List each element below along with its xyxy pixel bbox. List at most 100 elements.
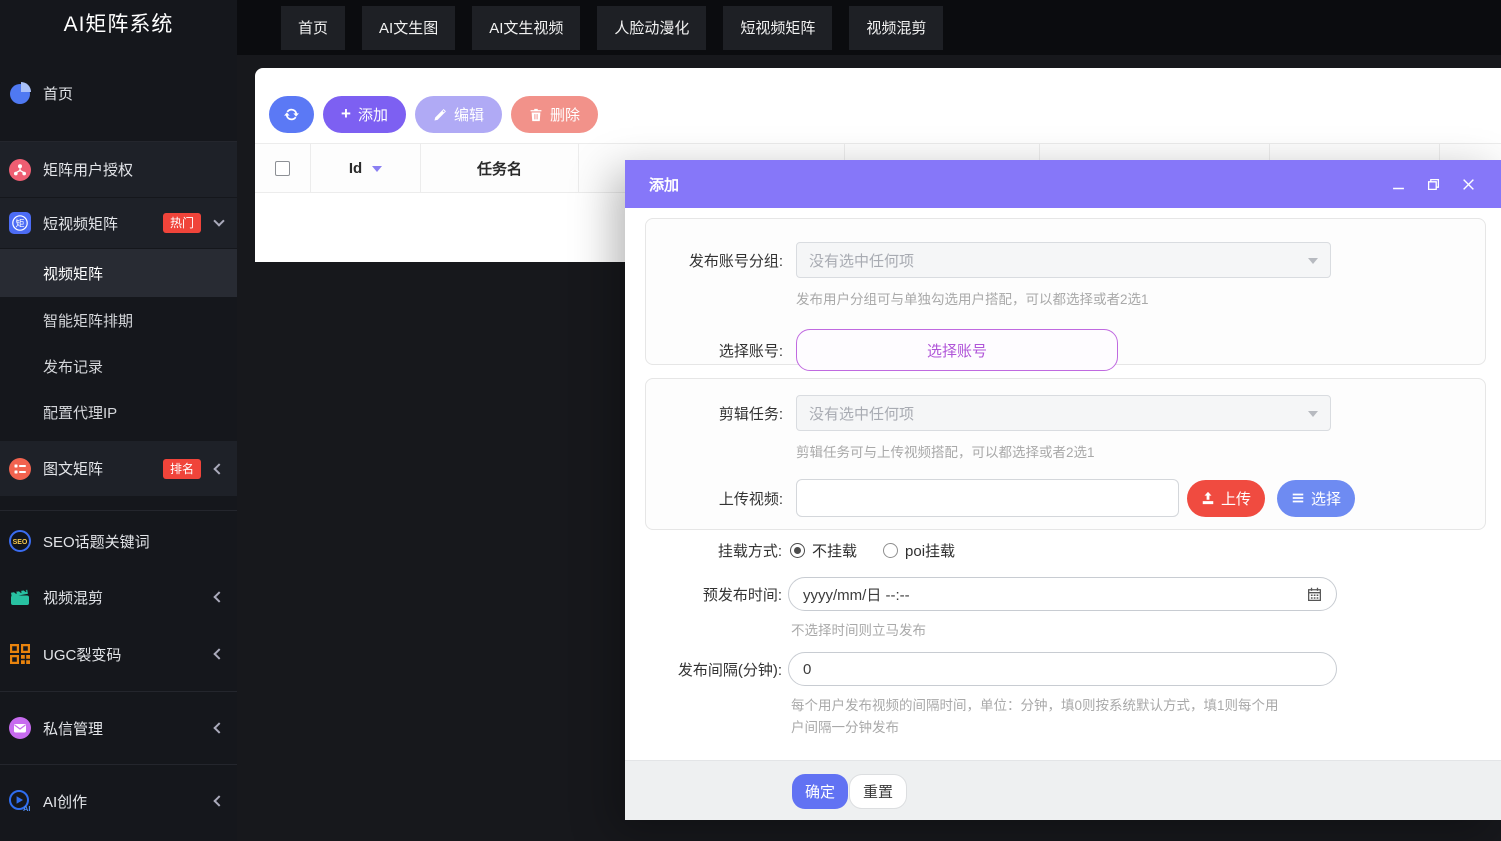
plus-icon: + bbox=[341, 104, 351, 124]
tab-face-anime[interactable]: 人脸动漫化 bbox=[597, 6, 706, 50]
svg-text:SEO: SEO bbox=[12, 539, 27, 546]
chevron-left-icon bbox=[213, 795, 224, 806]
sidebar-item-video-matrix[interactable]: 视频矩阵 bbox=[0, 249, 237, 297]
edit-button[interactable]: 编辑 bbox=[415, 96, 502, 133]
table-toolbar: + 添加 编辑 删除 bbox=[269, 96, 598, 133]
choose-from-list-button[interactable]: 选择 bbox=[1277, 480, 1355, 517]
svg-text:AI: AI bbox=[23, 804, 31, 813]
field-label-choose-account: 选择账号: bbox=[646, 340, 783, 361]
ai-play-icon: AI bbox=[7, 789, 32, 814]
confirm-button[interactable]: 确定 bbox=[792, 774, 848, 809]
sidebar-item-short-video-matrix[interactable]: 矩 短视频矩阵 热门 bbox=[0, 198, 237, 248]
sidebar-item-proxy-ip[interactable]: 配置代理IP bbox=[0, 389, 237, 435]
seo-icon: SEO bbox=[7, 529, 32, 554]
sidebar-item-label: 首页 bbox=[43, 83, 73, 104]
sidebar-item-label: 图文矩阵 bbox=[43, 458, 103, 479]
radio-no-mount[interactable] bbox=[790, 543, 805, 558]
sidebar-item-label: 视频矩阵 bbox=[43, 263, 103, 284]
qr-code-icon bbox=[7, 642, 32, 667]
pie-chart-icon bbox=[7, 81, 32, 106]
pencil-icon bbox=[433, 108, 447, 122]
sidebar-item-image-text-matrix[interactable]: 图文矩阵 排名 bbox=[0, 441, 237, 496]
sidebar-item-private-message[interactable]: 私信管理 bbox=[0, 702, 237, 754]
list-icon bbox=[1291, 491, 1305, 505]
calendar-icon[interactable] bbox=[1306, 586, 1323, 607]
dialog-header[interactable]: 添加 bbox=[625, 160, 1501, 208]
list-icon bbox=[7, 456, 32, 481]
sidebar-item-home[interactable]: 首页 bbox=[0, 68, 237, 118]
clapperboard-icon bbox=[7, 585, 32, 610]
select-all-cell bbox=[255, 144, 311, 192]
tab-ai-text-to-image[interactable]: AI文生图 bbox=[362, 6, 455, 50]
reset-button[interactable]: 重置 bbox=[849, 774, 907, 809]
publish-interval-row: 发布间隔(分钟): bbox=[645, 652, 1337, 686]
select-all-checkbox[interactable] bbox=[275, 161, 290, 176]
sidebar-item-label: SEO话题关键词 bbox=[43, 531, 150, 552]
add-button[interactable]: + 添加 bbox=[323, 96, 406, 133]
field-label-mount-mode: 挂载方式: bbox=[645, 540, 782, 561]
chevron-left-icon bbox=[213, 648, 224, 659]
user-auth-icon bbox=[7, 157, 32, 182]
publish-time-input[interactable]: yyyy/mm/日 --:-- bbox=[788, 577, 1337, 611]
sidebar-item-matrix-user-auth[interactable]: 矩阵用户授权 bbox=[0, 142, 237, 197]
upload-video-input[interactable] bbox=[796, 479, 1179, 517]
sort-descending-icon[interactable] bbox=[372, 166, 382, 172]
upload-button-label: 上传 bbox=[1221, 488, 1251, 509]
sidebar-item-video-mix[interactable]: 视频混剪 bbox=[0, 572, 237, 622]
tab-video-mix[interactable]: 视频混剪 bbox=[849, 6, 943, 50]
datetime-placeholder: yyyy/mm/日 --:-- bbox=[803, 584, 910, 605]
close-icon[interactable] bbox=[1455, 171, 1481, 197]
sidebar-item-label: 短视频矩阵 bbox=[43, 213, 118, 234]
sidebar-item-smart-schedule[interactable]: 智能矩阵排期 bbox=[0, 297, 237, 343]
edit-button-label: 编辑 bbox=[454, 104, 484, 125]
publish-time-help: 不选择时间则立马发布 bbox=[791, 620, 926, 642]
column-header-task-name[interactable]: 任务名 bbox=[421, 144, 579, 192]
envelope-icon bbox=[7, 716, 32, 741]
trash-icon bbox=[529, 108, 543, 122]
sidebar-item-label: UGC裂变码 bbox=[43, 644, 121, 665]
clip-task-help: 剪辑任务可与上传视频搭配，可以都选择或者2选1 bbox=[796, 441, 1485, 461]
column-header-id[interactable]: Id bbox=[311, 144, 421, 192]
sidebar-item-publish-records[interactable]: 发布记录 bbox=[0, 343, 237, 389]
maximize-icon[interactable] bbox=[1420, 171, 1446, 197]
sidebar-item-label: 私信管理 bbox=[43, 718, 103, 739]
select-placeholder: 没有选中任何项 bbox=[809, 250, 914, 271]
sidebar-item-label: 配置代理IP bbox=[43, 402, 117, 423]
sidebar-item-ai-creation[interactable]: AI AI创作 bbox=[0, 776, 237, 826]
field-label-account-group: 发布账号分组: bbox=[646, 250, 783, 271]
tab-ai-text-to-video[interactable]: AI文生视频 bbox=[472, 6, 580, 50]
matrix-icon: 矩 bbox=[7, 211, 32, 236]
clip-task-select[interactable]: 没有选中任何项 bbox=[796, 395, 1331, 431]
clip-section: 剪辑任务: 没有选中任何项 剪辑任务可与上传视频搭配，可以都选择或者2选1 上传… bbox=[645, 378, 1486, 530]
sidebar-item-label: 视频混剪 bbox=[43, 587, 103, 608]
sidebar-item-label: AI创作 bbox=[43, 791, 87, 812]
publish-interval-input[interactable] bbox=[788, 652, 1337, 686]
choose-account-button[interactable]: 选择账号 bbox=[796, 329, 1118, 371]
account-group-help: 发布用户分组可与单独勾选用户搭配，可以都选择或者2选1 bbox=[796, 288, 1485, 308]
refresh-icon bbox=[283, 106, 300, 123]
tab-home[interactable]: 首页 bbox=[281, 6, 345, 50]
tab-short-video-matrix[interactable]: 短视频矩阵 bbox=[723, 6, 832, 50]
sidebar-item-ugc-code[interactable]: UGC裂变码 bbox=[0, 628, 237, 680]
sidebar: AI矩阵系统 首页 矩阵用户授权 矩 短视频矩阵 热门 视频矩阵 智能矩阵排期 … bbox=[0, 0, 237, 841]
delete-button[interactable]: 删除 bbox=[511, 96, 598, 133]
refresh-button[interactable] bbox=[269, 96, 314, 133]
mount-mode-row: 挂载方式: 不挂载 poi挂载 bbox=[645, 539, 955, 561]
account-section: 发布账号分组: 没有选中任何项 发布用户分组可与单独勾选用户搭配，可以都选择或者… bbox=[645, 218, 1486, 365]
radio-poi-mount[interactable] bbox=[883, 543, 898, 558]
radio-label-poi-mount: poi挂载 bbox=[905, 540, 955, 561]
delete-button-label: 删除 bbox=[550, 104, 580, 125]
chevron-left-icon bbox=[213, 463, 224, 474]
minimize-icon[interactable] bbox=[1385, 171, 1411, 197]
chevron-left-icon bbox=[213, 591, 224, 602]
upload-button[interactable]: 上传 bbox=[1187, 480, 1265, 517]
publish-interval-help: 每个用户发布视频的间隔时间，单位：分钟，填0则按系统默认方式，填1则每个用户间隔… bbox=[791, 695, 1291, 740]
sidebar-item-label: 发布记录 bbox=[43, 356, 103, 377]
select-placeholder: 没有选中任何项 bbox=[809, 403, 914, 424]
app-title: AI矩阵系统 bbox=[0, 0, 237, 50]
chevron-down-icon bbox=[1308, 411, 1318, 417]
add-dialog: 添加 发布账号分组: 没有选中任何项 发布用户分组可与单独勾选用户搭配，可以都选… bbox=[625, 160, 1501, 820]
chevron-left-icon bbox=[213, 722, 224, 733]
sidebar-item-seo-keywords[interactable]: SEO SEO话题关键词 bbox=[0, 516, 237, 566]
account-group-select[interactable]: 没有选中任何项 bbox=[796, 242, 1331, 278]
